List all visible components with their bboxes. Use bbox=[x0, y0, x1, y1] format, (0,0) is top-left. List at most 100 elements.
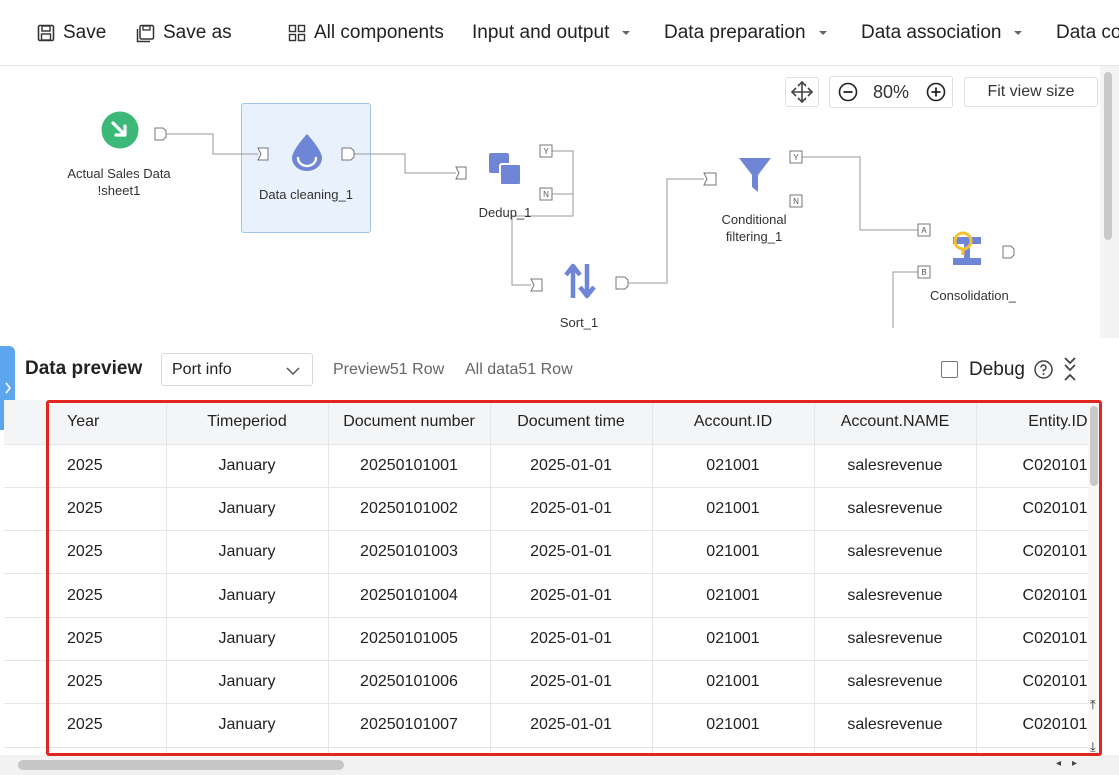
column-header[interactable]: Account.NAME bbox=[814, 400, 977, 445]
scroll-left-icon[interactable]: ◂ bbox=[1056, 758, 1061, 769]
import-icon bbox=[101, 111, 139, 149]
table-cell: C020101 bbox=[976, 444, 1091, 488]
dedup-node[interactable] bbox=[487, 151, 523, 187]
debug-checkbox[interactable] bbox=[941, 361, 958, 378]
save-button[interactable]: Save bbox=[37, 0, 106, 65]
table-cell: 2025 bbox=[4, 703, 167, 748]
fit-view-button[interactable]: Fit view size bbox=[964, 77, 1098, 107]
port-label-n: N bbox=[543, 190, 549, 199]
table-row[interactable]: 2025 January 20250101002 2025-01-01 021001 sa… bbox=[4, 487, 1091, 532]
data-cleaning-node[interactable] bbox=[288, 132, 326, 172]
zoom-control: 80% bbox=[829, 76, 953, 108]
conditional-filter-node[interactable] bbox=[737, 155, 773, 195]
table-cell: salesrevenue bbox=[814, 660, 977, 705]
scrollbar-thumb[interactable] bbox=[1090, 406, 1098, 486]
zoom-level: 80% bbox=[873, 82, 910, 102]
table-cell: salesrevenue bbox=[814, 617, 977, 661]
table-cell: 021001 bbox=[652, 617, 815, 661]
caret-down-icon bbox=[621, 30, 631, 36]
menu-label: Data co bbox=[1056, 22, 1119, 43]
table-row[interactable]: 2025 January 20250101003 2025-01-01 021001 sa… bbox=[4, 530, 1091, 575]
data-source-label: Actual Sales Data !sheet1 bbox=[67, 166, 171, 198]
table-cell: January bbox=[166, 444, 329, 488]
table-row[interactable]: 2025 January 20250101007 2025-01-01 021001 sa… bbox=[4, 703, 1091, 748]
move-icon bbox=[790, 80, 814, 104]
port-select-value: Port info bbox=[172, 360, 232, 378]
menu-data-association[interactable]: Data association bbox=[861, 0, 1023, 65]
scroll-right-icon[interactable]: ▸ bbox=[1072, 758, 1077, 769]
port-label-b: B bbox=[921, 268, 926, 277]
pan-button[interactable] bbox=[785, 77, 819, 107]
table-cell bbox=[652, 747, 815, 755]
table-cell: 021001 bbox=[652, 530, 815, 575]
zoom-out-icon[interactable] bbox=[838, 82, 858, 107]
table-cell: 2025-01-01 bbox=[490, 660, 653, 705]
table-cell: 2025 bbox=[4, 573, 167, 618]
table-cell: 2025 bbox=[4, 660, 167, 705]
scrollbar-thumb[interactable] bbox=[1104, 72, 1112, 240]
collapse-icon[interactable] bbox=[1062, 356, 1078, 387]
zoom-in-icon[interactable] bbox=[926, 82, 946, 107]
table-row[interactable]: 2025 January 20250101006 2025-01-01 021001 sa… bbox=[4, 660, 1091, 705]
sort-label: Sort_1 bbox=[559, 315, 599, 330]
table-cell: 2025 bbox=[4, 444, 167, 488]
table-cell: January bbox=[166, 617, 329, 661]
table-cell bbox=[814, 747, 977, 755]
table-cell: 20250101001 bbox=[328, 444, 491, 488]
table-row[interactable] bbox=[4, 747, 1091, 755]
menu-input-and-output[interactable]: Input and output bbox=[472, 0, 631, 65]
table-horizontal-scrollbar[interactable]: ◂ ▸ bbox=[0, 755, 1119, 775]
table-row[interactable]: 2025 January 20250101005 2025-01-01 021001 sa… bbox=[4, 617, 1091, 661]
dedup-icon bbox=[489, 153, 522, 186]
all-components-button[interactable]: All components bbox=[288, 0, 444, 65]
save-as-label: Save as bbox=[163, 22, 232, 43]
table-cell: January bbox=[166, 530, 329, 575]
save-as-button[interactable]: Save as bbox=[136, 0, 232, 65]
table-cell: January bbox=[166, 487, 329, 532]
scrollbar-thumb[interactable] bbox=[18, 760, 344, 770]
table-row[interactable]: 2025 January 20250101004 2025-01-01 021001 sa… bbox=[4, 573, 1091, 618]
table-cell: salesrevenue bbox=[814, 573, 977, 618]
table-cell: January bbox=[166, 660, 329, 705]
column-header[interactable]: Document time bbox=[490, 400, 653, 445]
table-cell: 021001 bbox=[652, 487, 815, 532]
menu-data-co[interactable]: Data co bbox=[1056, 0, 1119, 65]
scroll-top-bottom-controls[interactable]: ⤒ ⤓ bbox=[1090, 698, 1096, 754]
water-drop-icon bbox=[292, 134, 322, 171]
menu-data-preparation[interactable]: Data preparation bbox=[664, 0, 828, 65]
menu-label: Input and output bbox=[472, 22, 610, 43]
table-cell: 2025-01-01 bbox=[490, 617, 653, 661]
chevron-right-icon bbox=[4, 382, 11, 394]
port-select[interactable]: Port info bbox=[161, 353, 313, 386]
column-header[interactable]: Year bbox=[4, 400, 167, 445]
table-cell: C020101 bbox=[976, 530, 1091, 575]
table-cell: salesrevenue bbox=[814, 703, 977, 748]
column-header[interactable]: Timeperiod bbox=[166, 400, 329, 445]
all-data-row-count: All data51 Row bbox=[465, 361, 573, 378]
table-cell: C020101 bbox=[976, 487, 1091, 532]
table-cell: January bbox=[166, 573, 329, 618]
data-preview-title: Data preview bbox=[25, 358, 143, 379]
conditional-filter-label: Conditional filtering_1 bbox=[721, 212, 787, 244]
menu-label: Data association bbox=[861, 22, 1002, 43]
table-cell: 2025-01-01 bbox=[490, 573, 653, 618]
column-header[interactable]: Document number bbox=[328, 400, 491, 445]
table-cell: C020101 bbox=[976, 617, 1091, 661]
table-cell: 021001 bbox=[652, 444, 815, 488]
column-header[interactable]: Entity.ID bbox=[976, 400, 1091, 445]
sort-icon bbox=[564, 263, 596, 299]
data-source-node[interactable] bbox=[101, 111, 139, 149]
flow-canvas[interactable]: Y N Y N A B Actual Sales Data !sheet1 Da… bbox=[0, 66, 1100, 338]
column-header[interactable]: Account.ID bbox=[652, 400, 815, 445]
table-row[interactable]: 2025 January 20250101001 2025-01-01 021001 sa… bbox=[4, 444, 1091, 488]
canvas-vertical-scrollbar[interactable] bbox=[1100, 66, 1119, 338]
table-cell: salesrevenue bbox=[814, 487, 977, 532]
table-cell bbox=[166, 747, 329, 755]
help-icon[interactable] bbox=[1034, 360, 1053, 384]
sort-node[interactable] bbox=[562, 261, 598, 301]
consolidation-node[interactable] bbox=[950, 229, 984, 269]
table-cell: C020101 bbox=[976, 703, 1091, 748]
data-preview-header: Data preview Port info Preview51 Row All… bbox=[0, 338, 1119, 400]
save-icon bbox=[37, 24, 55, 42]
table-cell: 2025 bbox=[4, 487, 167, 532]
